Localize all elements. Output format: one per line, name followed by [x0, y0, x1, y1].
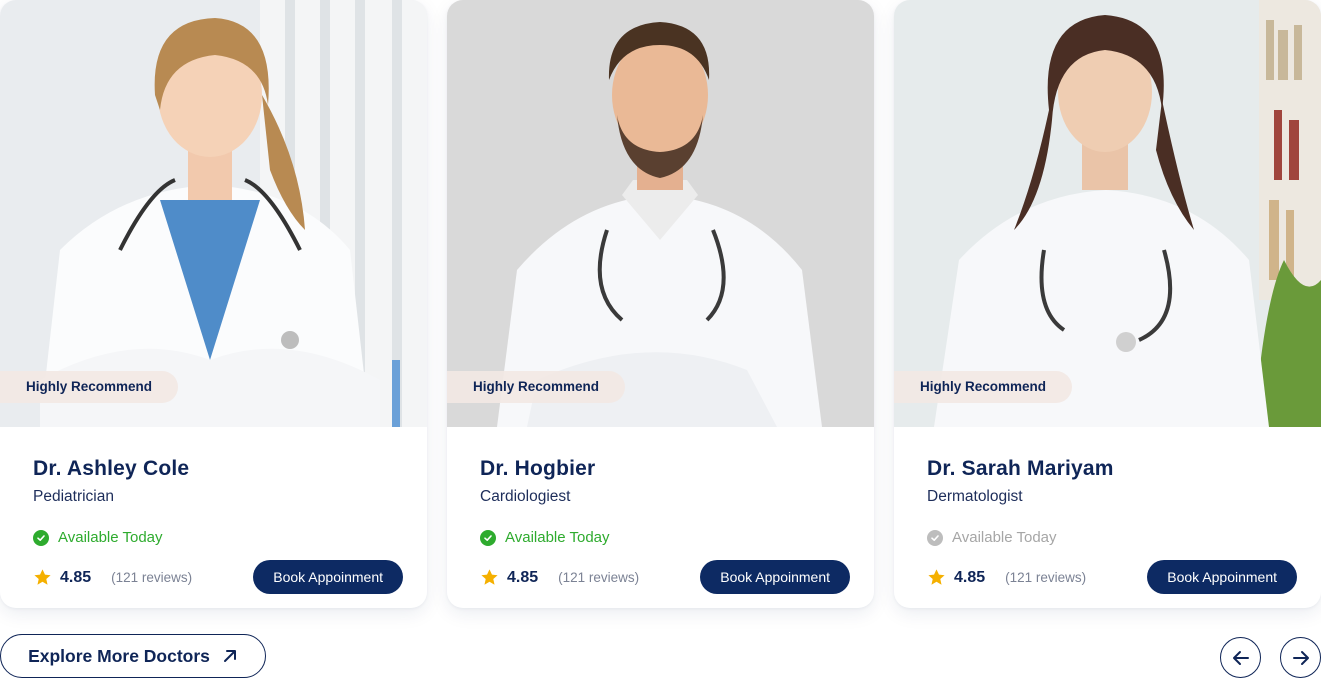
doctor-specialty: Cardiologiest — [480, 488, 571, 505]
highly-recommend-badge: Highly Recommend — [894, 371, 1073, 403]
availability-status: Available Today — [33, 529, 163, 546]
carousel-prev-button[interactable] — [1220, 637, 1261, 678]
review-count[interactable]: (121 reviews) — [558, 570, 639, 585]
review-count[interactable]: (121 reviews) — [111, 570, 192, 585]
availability-label: Available Today — [952, 529, 1057, 546]
availability-status: Available Today — [480, 529, 610, 546]
explore-label: Explore More Doctors — [28, 645, 210, 666]
doctor-name[interactable]: Dr. Sarah Mariyam — [927, 457, 1114, 481]
rating-score: 4.85 — [507, 568, 539, 586]
availability-status: Available Today — [927, 529, 1057, 546]
doctors-carousel: Highly Recommend Dr. Ashley Cole Pediatr… — [0, 0, 1321, 678]
arrow-right-icon — [1292, 650, 1309, 665]
rating: 4.85 (121 reviews) — [480, 568, 639, 587]
review-count[interactable]: (121 reviews) — [1005, 570, 1086, 585]
doctor-photo — [447, 0, 874, 427]
arrow-left-icon — [1232, 650, 1249, 665]
highly-recommend-badge: Highly Recommend — [447, 371, 626, 403]
star-icon — [34, 569, 51, 585]
doctor-photo — [894, 0, 1321, 427]
rating: 4.85 (121 reviews) — [33, 568, 192, 587]
check-circle-icon — [927, 529, 943, 546]
rating: 4.85 (121 reviews) — [927, 568, 1086, 587]
highly-recommend-badge: Highly Recommend — [0, 371, 179, 403]
doctor-photo — [0, 0, 427, 427]
rating-score: 4.85 — [954, 568, 986, 586]
book-appointment-button[interactable]: Book Appoinment — [700, 560, 850, 594]
check-circle-icon — [33, 529, 49, 546]
star-icon — [481, 569, 498, 585]
doctor-info: Dr. Hogbier Cardiologiest Available Toda… — [480, 427, 850, 608]
arrow-up-right-icon — [223, 650, 236, 662]
book-appointment-button[interactable]: Book Appoinment — [1147, 560, 1297, 594]
rating-score: 4.85 — [60, 568, 92, 586]
doctor-specialty: Dermatologist — [927, 488, 1023, 505]
doctor-specialty: Pediatrician — [33, 488, 114, 505]
doctor-info: Dr. Sarah Mariyam Dermatologist Availabl… — [927, 427, 1297, 608]
check-circle-icon — [480, 529, 496, 546]
doctor-info: Dr. Ashley Cole Pediatrician Available T… — [33, 427, 403, 608]
book-appointment-button[interactable]: Book Appoinment — [253, 560, 403, 594]
availability-label: Available Today — [58, 529, 163, 546]
carousel-next-button[interactable] — [1280, 637, 1321, 678]
doctor-card[interactable]: Highly Recommend Dr. Hogbier Cardiologie… — [447, 0, 874, 608]
doctor-card[interactable]: Highly Recommend Dr. Sarah Mariyam Derma… — [894, 0, 1321, 608]
availability-label: Available Today — [505, 529, 610, 546]
doctor-card[interactable]: Highly Recommend Dr. Ashley Cole Pediatr… — [0, 0, 427, 608]
doctor-name[interactable]: Dr. Hogbier — [480, 457, 595, 481]
star-icon — [928, 569, 945, 585]
explore-more-doctors-button[interactable]: Explore More Doctors — [0, 634, 266, 678]
doctor-name[interactable]: Dr. Ashley Cole — [33, 457, 189, 481]
